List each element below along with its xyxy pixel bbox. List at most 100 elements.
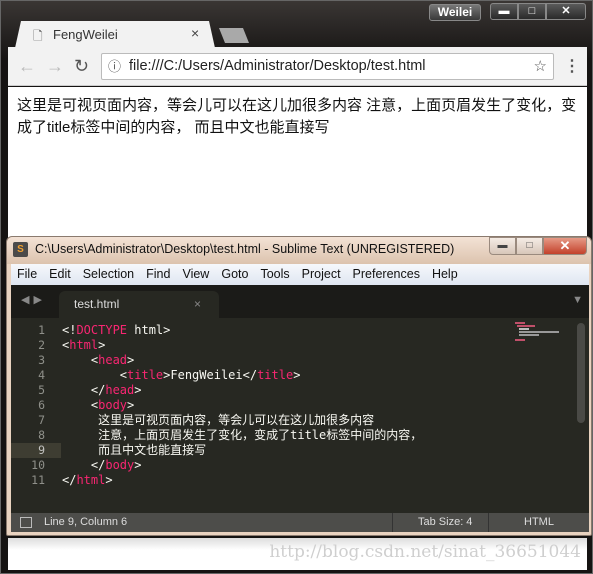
code-text: </ (62, 383, 106, 397)
maximize-button[interactable]: □ (518, 3, 546, 20)
line-number: 2 (38, 338, 45, 352)
maximize-button[interactable]: □ (516, 237, 543, 255)
tab-size[interactable]: Tab Size: 4 (392, 513, 488, 532)
menu-edit[interactable]: Edit (43, 264, 77, 285)
code-text: 而且中文也能直接写 (62, 443, 207, 457)
tag-name: DOCTYPE (76, 323, 128, 337)
line-number: 6 (38, 398, 45, 412)
code-text: 注意，上面页眉发生了变化，变成了title标签中间的内容， (62, 428, 423, 442)
minimize-button[interactable]: ▬ (489, 237, 516, 255)
tag-name: html (69, 338, 99, 352)
menu-file[interactable]: File (11, 264, 43, 285)
browser-tab[interactable]: 🗋 FengWeilei × (15, 21, 215, 48)
code-line: </body> (62, 458, 422, 473)
code-text: > (134, 383, 142, 397)
code-line: </head> (62, 383, 422, 398)
menu-help[interactable]: Help (426, 264, 464, 285)
back-icon[interactable]: ← (18, 56, 36, 77)
address-bar[interactable]: ⓘ file:///C:/Users/Administrator/Desktop… (101, 53, 554, 80)
menu-goto[interactable]: Goto (215, 264, 254, 285)
code-text: <! (62, 323, 77, 337)
bookmark-star-icon[interactable]: ☆ (534, 54, 547, 79)
minimize-button[interactable]: ▬ (490, 3, 518, 20)
page-bottom: http://blog.csdn.net/sinat_36651044 (8, 538, 587, 570)
code-text: > (293, 368, 301, 382)
code-line: </html> (62, 473, 422, 488)
code-text: > (127, 353, 135, 367)
tag-name: html (76, 473, 106, 487)
close-button[interactable]: ✕ (546, 3, 586, 20)
code-text: </ (62, 473, 77, 487)
code-text: > (98, 338, 106, 352)
reload-icon[interactable]: ↻ (74, 56, 89, 77)
code-text: html> (127, 323, 171, 337)
line-number: 5 (38, 383, 45, 397)
line-number: 3 (38, 353, 45, 367)
code-text: < (62, 353, 99, 367)
tag-name: head (98, 353, 128, 367)
tab-close-icon[interactable]: × (191, 25, 199, 41)
info-icon[interactable]: ⓘ (108, 54, 121, 79)
line-number: 1 (38, 323, 45, 337)
code-area[interactable]: <!DOCTYPE html> <html> <head> <title>Feng… (62, 323, 422, 488)
tag-name: title (257, 368, 294, 382)
browser-toolbar: ← → ↻ ⓘ file:///C:/Users/Administrator/D… (8, 47, 587, 86)
editor-tab[interactable]: test.html × (59, 291, 219, 318)
menu-view[interactable]: View (176, 264, 215, 285)
tab-close-icon[interactable]: × (194, 291, 201, 318)
code-line: <!DOCTYPE html> (62, 323, 422, 338)
code-text: < (62, 398, 99, 412)
syntax-selector[interactable]: HTML (488, 513, 589, 532)
window-title: C:\Users\Administrator\Desktop\test.html… (35, 242, 455, 256)
code-text: </ (62, 458, 106, 472)
cursor-position: Line 9, Column 6 (44, 516, 128, 528)
menu-preferences[interactable]: Preferences (347, 264, 426, 285)
code-line: <title>FengWeilei</title> (62, 368, 422, 383)
code-line: 这里是可视页面内容，等会儿可以在这儿加很多内容 (62, 413, 422, 428)
sublime-logo-icon: S (13, 242, 28, 257)
code-text: > (105, 473, 113, 487)
close-button[interactable]: ✕ (543, 237, 587, 255)
code-text: < (62, 368, 128, 382)
menu-project[interactable]: Project (296, 264, 347, 285)
tab-dropdown-icon[interactable]: ▼ (572, 294, 583, 306)
menu-find[interactable]: Find (140, 264, 176, 285)
scrollbar[interactable] (577, 323, 585, 423)
code-line: <html> (62, 338, 422, 353)
minimap[interactable] (515, 322, 565, 344)
editor-tab-title: test.html (74, 297, 120, 311)
url-text[interactable]: file:///C:/Users/Administrator/Desktop/t… (129, 54, 426, 79)
menu-tools[interactable]: Tools (254, 264, 295, 285)
code-line: <body> (62, 398, 422, 413)
tag-name: head (105, 383, 135, 397)
menu-bar: File Edit Selection Find View Goto Tools… (11, 264, 589, 285)
tag-name: body (98, 398, 128, 412)
code-line: 而且中文也能直接写 (62, 443, 422, 458)
code-text: > (134, 458, 142, 472)
new-tab-button[interactable] (219, 28, 249, 43)
profile-button[interactable]: Weilei (429, 4, 481, 21)
panel-toggle-icon[interactable] (20, 517, 32, 528)
page-icon: 🗋 (33, 29, 43, 43)
tab-title: FengWeilei (53, 27, 118, 42)
line-number: 9 (11, 443, 61, 458)
code-line: <head> (62, 353, 422, 368)
sublime-window: S C:\Users\Administrator\Desktop\test.ht… (6, 236, 592, 536)
watermark: http://blog.csdn.net/sinat_36651044 (269, 542, 581, 562)
menu-selection[interactable]: Selection (77, 264, 140, 285)
code-editor[interactable]: 1 2 3 4 5 6 7 8 9 10 11 <!DOCTYPE html> <html> <hea… (11, 318, 589, 513)
tab-bar: ◀▶ test.html × ▼ (11, 285, 589, 318)
tab-nav-arrows-icon[interactable]: ◀▶ (21, 293, 46, 306)
code-text: > (127, 398, 135, 412)
tag-name: body (105, 458, 135, 472)
line-number: 8 (38, 428, 45, 442)
line-gutter: 1 2 3 4 5 6 7 8 9 10 11 (11, 323, 61, 488)
tag-name: title (127, 368, 164, 382)
line-number: 7 (38, 413, 45, 427)
line-number: 11 (31, 473, 45, 487)
status-bar: Line 9, Column 6 Tab Size: 4 HTML (11, 513, 589, 532)
chrome-window: Weilei ▬ □ ✕ 🗋 FengWeilei × ← → ↻ ⓘ file… (0, 0, 593, 574)
forward-icon[interactable]: → (46, 56, 64, 77)
window-controls: ▬ □ ✕ (490, 3, 586, 20)
chrome-menu-icon[interactable]: ⋮ (564, 56, 580, 76)
